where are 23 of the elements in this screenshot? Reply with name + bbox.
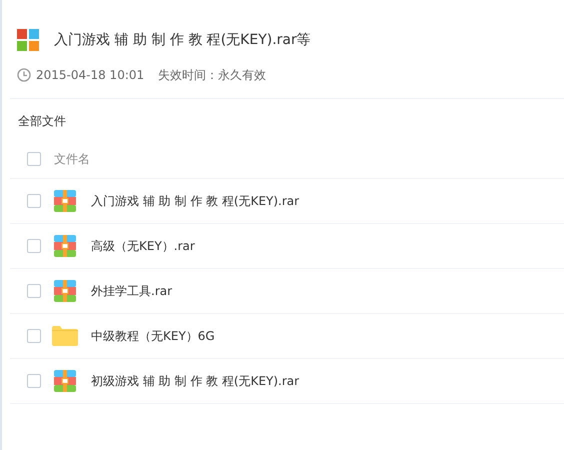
clock-icon — [17, 68, 31, 82]
checkbox[interactable] — [27, 239, 41, 253]
file-name[interactable]: 入门游戏 辅 助 制 作 教 程(无KEY).rar — [91, 192, 300, 210]
folder-icon — [52, 326, 78, 346]
file-name[interactable]: 初级游戏 辅 助 制 作 教 程(无KEY).rar — [91, 372, 300, 390]
tiles-icon — [17, 29, 39, 51]
file-name[interactable]: 高级（无KEY）.rar — [91, 238, 195, 254]
checkbox[interactable] — [27, 152, 41, 166]
expiry-text: 失效时间：永久有效 — [158, 66, 266, 84]
breadcrumb[interactable]: 全部文件 — [18, 113, 66, 129]
archive-icon — [54, 370, 76, 392]
column-header: 文件名 — [54, 150, 90, 168]
share-title: 入门游戏 辅 助 制 作 教 程(无KEY).rar等 — [54, 31, 311, 49]
archive-icon — [54, 190, 76, 212]
archive-icon — [54, 280, 76, 302]
checkbox[interactable] — [27, 374, 41, 388]
file-name[interactable]: 外挂学工具.rar — [91, 282, 172, 300]
archive-icon — [54, 235, 76, 257]
file-name[interactable]: 中级教程（无KEY）6G — [91, 328, 215, 344]
checkbox[interactable] — [27, 194, 41, 208]
checkbox[interactable] — [27, 284, 41, 298]
created-date: 2015-04-18 10:01 — [36, 68, 144, 82]
checkbox[interactable] — [27, 329, 41, 343]
